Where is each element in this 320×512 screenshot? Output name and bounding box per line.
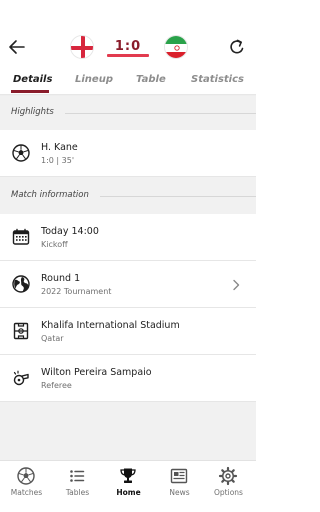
goal-detail: 1:0 | 35' [41, 156, 75, 165]
referee-row: Wilton Pereira Sampaio Referee [0, 355, 256, 402]
scorer-name: H. Kane [41, 142, 78, 153]
nav-matches[interactable]: Matches [1, 461, 52, 512]
tab-table[interactable]: Table [136, 74, 166, 85]
calendar-icon [11, 227, 31, 247]
nav-label: Options [214, 488, 243, 497]
tab-details[interactable]: Details [13, 74, 52, 85]
match-tabs: Details Lineup Table Statistics [0, 68, 256, 94]
stadium-icon [11, 321, 31, 341]
whistle-icon [11, 368, 31, 388]
section-highlights: Highlights [0, 96, 256, 130]
nav-home[interactable]: Home [103, 461, 154, 512]
section-match-information: Match information [0, 177, 256, 214]
kickoff-label: Kickoff [41, 240, 68, 249]
stadium-country: Qatar [41, 334, 64, 343]
kickoff-row: Today 14:00 Kickoff [0, 214, 256, 261]
globe-icon [11, 274, 31, 294]
newspaper-icon [169, 466, 189, 486]
gear-icon [218, 466, 238, 486]
nav-news[interactable]: News [154, 461, 205, 512]
list-icon [67, 466, 87, 486]
soccer-ball-icon [16, 466, 36, 486]
tournament-name: 2022 Tournament [41, 287, 112, 296]
tab-statistics[interactable]: Statistics [191, 74, 244, 85]
iran-flag[interactable] [164, 35, 188, 59]
stadium-row: Khalifa International Stadium Qatar [0, 308, 256, 355]
nav-label: Tables [65, 488, 90, 497]
bottom-navigation: Matches Tables Home News Options [0, 460, 256, 512]
nav-options[interactable]: Options [203, 461, 254, 512]
content-background [0, 402, 256, 460]
refresh-button[interactable] [227, 37, 247, 57]
section-divider [65, 113, 256, 114]
section-title: Match information [11, 190, 89, 200]
nav-label: Home [116, 488, 141, 497]
soccer-ball-icon [11, 143, 31, 163]
referee-label: Referee [41, 381, 72, 390]
match-header: 1:0 [0, 0, 256, 68]
arrow-left-icon [9, 40, 25, 54]
referee-name: Wilton Pereira Sampaio [41, 367, 152, 378]
back-button[interactable] [7, 37, 27, 57]
round-row[interactable]: Round 1 2022 Tournament [0, 261, 256, 308]
highlight-goal-row[interactable]: H. Kane 1:0 | 35' [0, 130, 256, 177]
score-underline [107, 54, 149, 57]
england-flag[interactable] [70, 35, 94, 59]
round-name: Round 1 [41, 273, 81, 284]
stadium-name: Khalifa International Stadium [41, 320, 180, 331]
refresh-icon [230, 39, 244, 54]
nav-tables[interactable]: Tables [52, 461, 103, 512]
section-divider [100, 196, 256, 197]
nav-label: News [169, 488, 190, 497]
trophy-icon [118, 466, 138, 486]
chevron-right-icon [230, 277, 242, 291]
nav-label: Matches [10, 488, 43, 497]
active-tab-indicator [11, 90, 49, 93]
section-title: Highlights [11, 107, 54, 117]
kickoff-time: Today 14:00 [41, 226, 99, 237]
tab-lineup[interactable]: Lineup [75, 74, 113, 85]
